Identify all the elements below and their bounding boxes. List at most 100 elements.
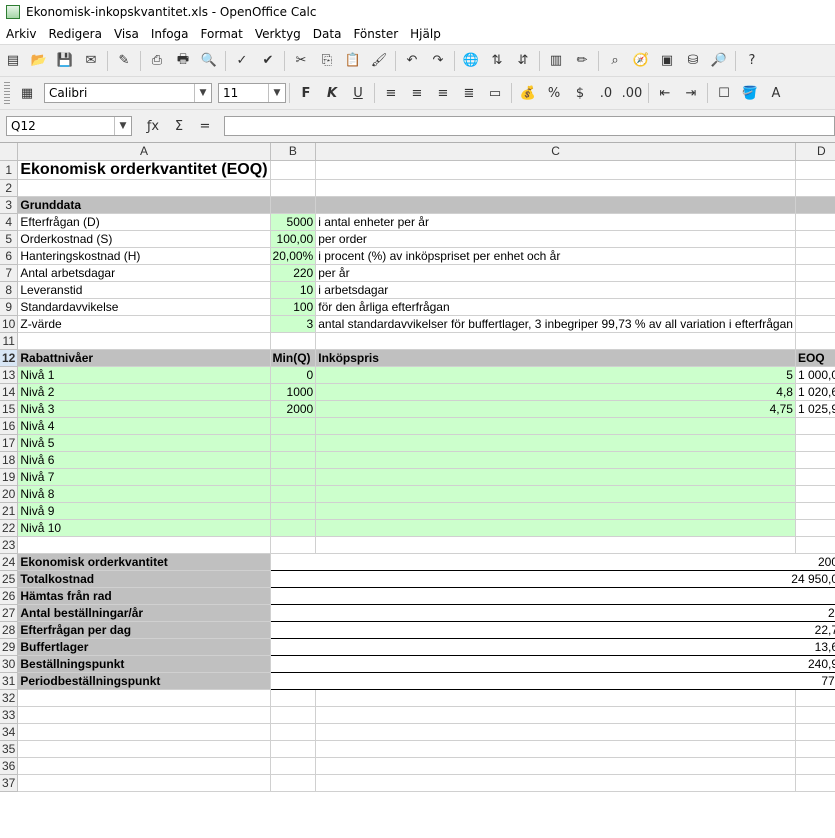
result-value[interactable]: 13,64 [269, 637, 835, 656]
result-value[interactable]: 2,5 [269, 603, 835, 622]
cell[interactable] [270, 196, 317, 214]
cell[interactable] [17, 723, 271, 741]
percent-format-icon[interactable]: % [543, 82, 565, 104]
cell[interactable] [315, 689, 796, 707]
menu-infoga[interactable]: Infoga [145, 27, 195, 41]
cell[interactable] [795, 179, 835, 197]
row-header[interactable]: 31 [0, 672, 19, 690]
align-right-icon[interactable]: ≡ [432, 82, 454, 104]
gallery-icon[interactable]: ▣ [656, 50, 678, 72]
column-header[interactable]: A [17, 143, 271, 161]
cell[interactable] [795, 502, 835, 520]
level-min[interactable]: 0 [270, 366, 317, 384]
cell[interactable] [795, 536, 835, 554]
chart-icon[interactable]: ▥ [545, 50, 567, 72]
chevron-down-icon[interactable]: ▼ [194, 84, 211, 102]
param-value[interactable]: 5000 [270, 213, 317, 231]
cell[interactable] [315, 417, 796, 435]
result-label[interactable]: Hämtas från rad [17, 587, 271, 605]
bold-icon[interactable]: F [295, 82, 317, 104]
row-header[interactable]: 21 [0, 502, 19, 520]
param-note[interactable]: per order [315, 230, 796, 248]
cell[interactable] [315, 468, 796, 486]
cell[interactable] [270, 723, 317, 741]
row-header[interactable]: 16 [0, 417, 19, 435]
cell[interactable] [795, 740, 835, 758]
cell[interactable] [315, 502, 796, 520]
cell[interactable] [795, 451, 835, 469]
level-name[interactable]: Nivå 8 [17, 485, 271, 503]
result-label[interactable]: Totalkostnad [17, 570, 271, 588]
column-header[interactable]: B [270, 143, 317, 161]
new-document-icon[interactable]: ▤ [2, 50, 24, 72]
cell[interactable] [315, 179, 796, 197]
param-value[interactable]: 3 [270, 315, 317, 333]
undo-icon[interactable]: ↶ [401, 50, 423, 72]
formula-input[interactable] [224, 116, 835, 136]
menu-arkiv[interactable]: Arkiv [0, 27, 43, 41]
cell[interactable] [270, 689, 317, 707]
cell[interactable] [315, 451, 796, 469]
row-header[interactable]: 36 [0, 757, 19, 775]
level-name[interactable]: Nivå 2 [17, 383, 271, 401]
level-name[interactable]: Nivå 3 [17, 400, 271, 418]
result-value[interactable]: 240,91 [269, 654, 835, 673]
sort-ascending-icon[interactable]: ⇅ [486, 50, 508, 72]
param-label[interactable]: Hanteringskostnad (H) [17, 247, 271, 265]
align-left-icon[interactable]: ≡ [380, 82, 402, 104]
decrease-indent-icon[interactable]: ⇤ [654, 82, 676, 104]
print-preview-icon[interactable]: 🔍 [198, 50, 220, 72]
result-label[interactable]: Antal beställningar/år [17, 604, 271, 622]
cell[interactable] [270, 706, 317, 724]
data-sources-icon[interactable]: ⛁ [682, 50, 704, 72]
table-header[interactable]: Inköpspris [315, 349, 796, 367]
redo-icon[interactable]: ↷ [427, 50, 449, 72]
row-header[interactable]: 6 [0, 247, 19, 265]
level-price[interactable]: 5 [315, 366, 796, 384]
row-header[interactable]: 22 [0, 519, 19, 537]
result-label[interactable]: Ekonomisk orderkvantitet [17, 553, 271, 571]
cell[interactable] [315, 740, 796, 758]
cell[interactable] [270, 179, 317, 197]
cell[interactable] [270, 468, 317, 486]
paste-icon[interactable]: 📋 [342, 50, 364, 72]
row-header[interactable]: 25 [0, 570, 19, 588]
level-name[interactable]: Nivå 7 [17, 468, 271, 486]
cell[interactable] [17, 757, 271, 775]
cell[interactable] [795, 434, 835, 452]
cell[interactable] [17, 536, 271, 554]
param-note[interactable]: i arbetsdagar [315, 281, 796, 299]
level-price[interactable]: 4,75 [315, 400, 796, 418]
cell[interactable] [270, 434, 317, 452]
cell[interactable] [795, 723, 835, 741]
cell[interactable] [315, 536, 796, 554]
row-header[interactable]: 19 [0, 468, 19, 486]
row-header[interactable]: 12 [0, 349, 19, 367]
styles-icon[interactable]: ▦ [16, 82, 38, 104]
cell[interactable] [795, 264, 835, 282]
cell[interactable] [270, 519, 317, 537]
sum-icon[interactable]: Σ [168, 115, 190, 137]
row-header[interactable]: 32 [0, 689, 19, 707]
name-box[interactable]: Q12 ▼ [6, 116, 132, 136]
result-value[interactable]: 3 [269, 586, 835, 605]
cell[interactable] [795, 519, 835, 537]
menu-format[interactable]: Format [195, 27, 249, 41]
cell[interactable] [315, 160, 796, 180]
zoom-icon[interactable]: 🔎 [708, 50, 730, 72]
row-header[interactable]: 30 [0, 655, 19, 673]
cell[interactable] [795, 213, 835, 231]
spreadsheet-grid[interactable]: A B C D E F G H I 1Ekonomisk orderkvanti… [0, 142, 835, 838]
result-value[interactable]: 22,73 [269, 620, 835, 639]
cell[interactable] [270, 502, 317, 520]
copy-icon[interactable]: ⎘ [316, 50, 338, 72]
edit-file-icon[interactable]: ✎ [113, 50, 135, 72]
italic-icon[interactable]: K [321, 82, 343, 104]
row-header[interactable]: 2 [0, 179, 19, 197]
cell[interactable] [17, 332, 271, 350]
row-header[interactable]: 20 [0, 485, 19, 503]
cut-icon[interactable]: ✂ [290, 50, 312, 72]
param-value[interactable]: 100 [270, 298, 317, 316]
cell[interactable] [270, 160, 317, 180]
save-icon[interactable]: 💾 [54, 50, 76, 72]
